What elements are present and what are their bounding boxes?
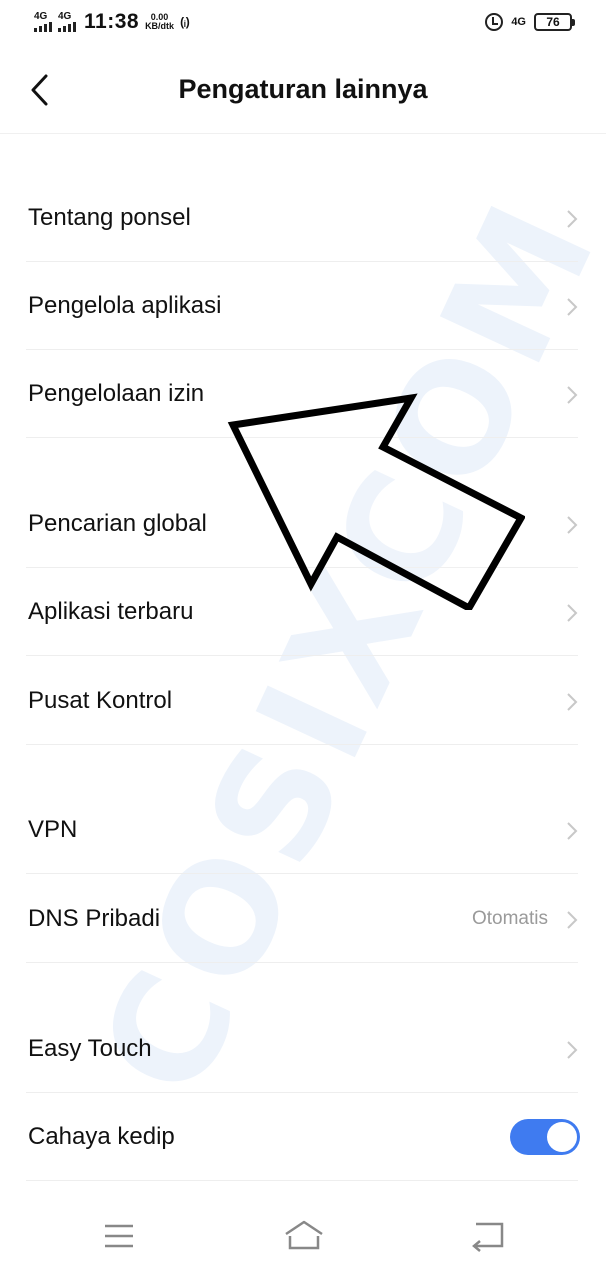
menu-item-easy-touch[interactable]: Easy Touch xyxy=(0,1005,606,1093)
menu-item-label: DNS Pribadi xyxy=(28,905,161,932)
sim2-network-label: 4G xyxy=(58,11,72,22)
title-bar: Pengaturan lainnya xyxy=(0,46,606,134)
menu-item-label: Easy Touch xyxy=(28,1035,152,1062)
menu-item-cahaya-kedip: Cahaya kedip xyxy=(0,1093,606,1181)
cahaya-kedip-toggle[interactable] xyxy=(510,1119,580,1155)
status-bar: 4G 4G 11:38 0.00 KB/dtk (ᵢ) 4G 76 xyxy=(0,0,606,46)
menu-item-label: Pusat Kontrol xyxy=(28,687,173,714)
page-title: Pengaturan lainnya xyxy=(178,74,428,104)
divider xyxy=(26,1180,578,1181)
sim1-network-label: 4G xyxy=(34,11,48,22)
menu-item-label: Cahaya kedip xyxy=(28,1123,175,1150)
menu-item-value: Otomatis xyxy=(471,908,548,929)
menu-item-label: Pengelolaan izin xyxy=(28,380,205,407)
menu-button[interactable] xyxy=(98,1218,142,1254)
menu-item-dns-pribadi[interactable]: DNS Pribadi Otomatis xyxy=(0,875,606,963)
divider xyxy=(26,873,578,874)
alarm-icon xyxy=(485,13,504,31)
status-time: 11:38 xyxy=(84,10,140,33)
sim2-signal-icon: 4G xyxy=(58,12,76,32)
divider xyxy=(26,744,578,745)
chevron-right-icon xyxy=(567,210,578,228)
chevron-right-icon xyxy=(567,604,578,622)
chevron-right-icon xyxy=(567,693,578,711)
home-icon xyxy=(285,1220,323,1250)
data-network-icon: 4G xyxy=(511,16,526,28)
network-speed: 0.00 KB/dtk xyxy=(145,13,174,31)
menu-item-vpn[interactable]: VPN xyxy=(0,786,606,874)
battery-icon: 76 xyxy=(534,13,575,31)
menu-item-label: VPN xyxy=(28,816,78,843)
menu-item-tentang-ponsel[interactable]: Tentang ponsel xyxy=(0,174,606,262)
toggle-knob xyxy=(547,1122,577,1152)
chevron-right-icon xyxy=(567,386,578,404)
menu-item-label: Pengelola aplikasi xyxy=(28,292,222,319)
menu-icon xyxy=(105,1224,133,1248)
chevron-right-icon xyxy=(567,1041,578,1059)
navigation-bar xyxy=(0,1192,606,1280)
back-icon xyxy=(472,1222,504,1252)
menu-item-label: Pencarian global xyxy=(28,510,207,537)
divider xyxy=(26,655,578,656)
status-right: 4G 76 xyxy=(485,13,575,31)
chevron-right-icon xyxy=(567,516,578,534)
menu-item-pusat-kontrol[interactable]: Pusat Kontrol xyxy=(0,657,606,745)
home-button[interactable] xyxy=(280,1218,324,1254)
divider xyxy=(26,962,578,963)
back-nav-button[interactable] xyxy=(466,1218,510,1254)
chevron-right-icon xyxy=(567,822,578,840)
chevron-right-icon xyxy=(567,911,578,929)
menu-item-pengelola-aplikasi[interactable]: Pengelola aplikasi xyxy=(0,262,606,350)
sim1-signal-icon: 4G xyxy=(34,12,52,32)
divider xyxy=(26,437,578,438)
menu-item-label: Tentang ponsel xyxy=(28,204,191,231)
menu-item-pengelolaan-izin[interactable]: Pengelolaan izin xyxy=(0,350,606,438)
status-left: 4G 4G 11:38 0.00 KB/dtk (ᵢ) xyxy=(34,10,190,34)
menu-item-aplikasi-terbaru[interactable]: Aplikasi terbaru xyxy=(0,568,606,656)
battery-level: 76 xyxy=(546,15,560,29)
menu-item-label: Aplikasi terbaru xyxy=(28,598,194,625)
hotspot-icon: (ᵢ) xyxy=(180,15,190,29)
menu-item-pencarian-global[interactable]: Pencarian global xyxy=(0,480,606,568)
chevron-right-icon xyxy=(567,298,578,316)
network-speed-unit: KB/dtk xyxy=(145,21,175,31)
